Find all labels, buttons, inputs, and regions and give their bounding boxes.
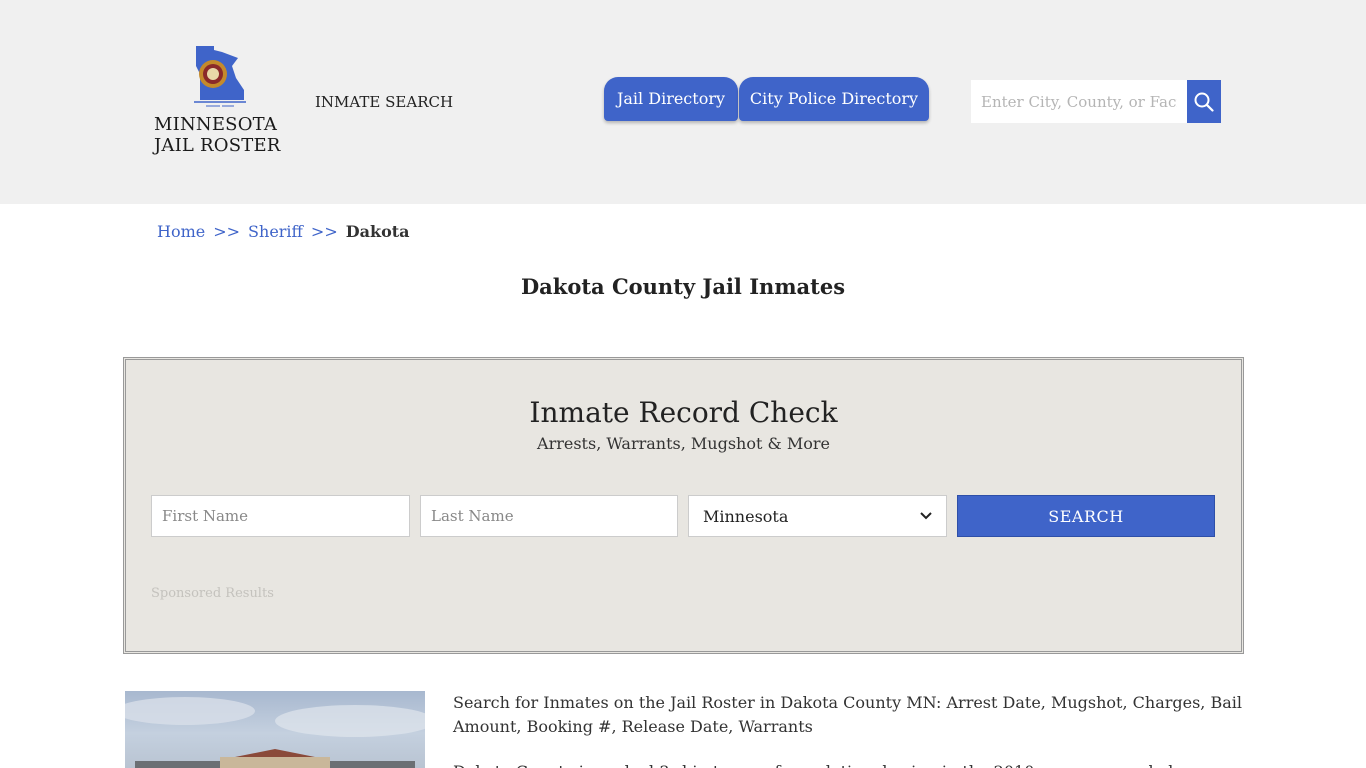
breadcrumb-separator: >>: [213, 222, 241, 241]
inmate-search-link[interactable]: INMATE SEARCH: [315, 93, 453, 111]
record-check-subtitle: Arrests, Warrants, Mugshot & More: [537, 434, 830, 453]
minnesota-seal-icon: [194, 46, 246, 107]
state-select-value: Minnesota: [703, 506, 789, 526]
site-logo[interactable]: MINNESOTA JAIL ROSTER: [154, 44, 284, 162]
breadcrumb: Home >> Sheriff >> Dakota: [157, 222, 410, 241]
logo-text-line1: MINNESOTA: [154, 114, 278, 135]
site-header: MINNESOTA JAIL ROSTER INMATE SEARCH Jail…: [0, 0, 1366, 204]
nav-tab-jail-directory[interactable]: Jail Directory: [604, 77, 738, 121]
search-button[interactable]: [1187, 80, 1221, 123]
nav-tab-city-police-directory[interactable]: City Police Directory: [739, 77, 929, 121]
breadcrumb-current: Dakota: [345, 222, 410, 241]
breadcrumb-separator: >>: [310, 222, 338, 241]
jail-building-photo: [125, 691, 425, 768]
search-icon: [1194, 92, 1214, 112]
last-name-input[interactable]: [420, 495, 678, 537]
population-paragraph: Dakota County is ranked 3rd in terms of …: [453, 760, 1243, 768]
record-check-title: Inmate Record Check: [529, 396, 838, 429]
chevron-down-icon: [920, 512, 932, 520]
sponsored-results-label: Sponsored Results: [151, 586, 274, 601]
page-title: Dakota County Jail Inmates: [520, 274, 846, 299]
intro-paragraph: Search for Inmates on the Jail Roster in…: [453, 693, 1243, 736]
inmate-record-check-panel: Inmate Record Check Arrests, Warrants, M…: [123, 357, 1244, 654]
breadcrumb-home[interactable]: Home: [157, 222, 205, 241]
state-select[interactable]: Minnesota: [688, 495, 947, 537]
record-search-button[interactable]: SEARCH: [957, 495, 1215, 537]
logo-text-line2: JAIL ROSTER: [154, 135, 281, 156]
breadcrumb-sheriff[interactable]: Sheriff: [248, 222, 303, 241]
location-search-input[interactable]: [971, 80, 1187, 123]
first-name-input[interactable]: [151, 495, 410, 537]
